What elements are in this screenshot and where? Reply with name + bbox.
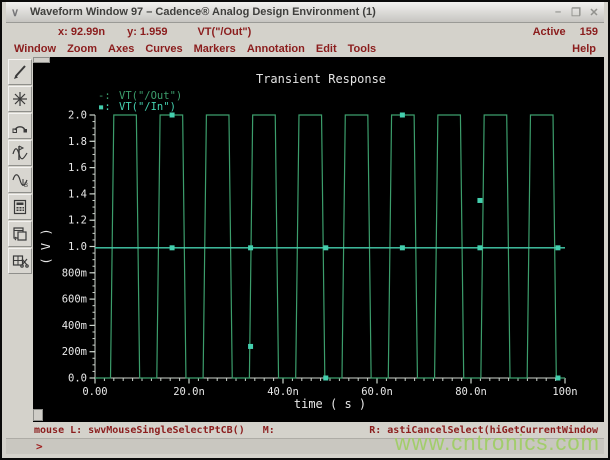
y-tick-label: 600m	[62, 294, 87, 306]
y-tick-label: 400m	[62, 320, 87, 332]
scroll-stub-bottom[interactable]	[33, 409, 43, 421]
data-point-marker	[248, 245, 254, 251]
maximize-button[interactable]: ❐	[570, 6, 582, 19]
menubar: Window Zoom Axes Curves Markers Annotation Edi…	[6, 40, 604, 57]
cursor-readout-row: x: 92.99n y: 1.959 VT("/Out") Active 159	[6, 23, 604, 40]
vert-marker-button[interactable]	[7, 140, 32, 166]
zoom-fit-button[interactable]	[7, 86, 32, 112]
y-tick-label: 2.0	[68, 110, 87, 122]
plot-area: 0.00 20.0n 40.0n 60.0n 80.0n 100n 0.0 200m 400m 6…	[33, 57, 604, 422]
data-point-marker	[323, 245, 329, 251]
y-tick-label: 0.0	[68, 373, 87, 385]
data-point-marker	[399, 112, 405, 118]
menu-annotation[interactable]: Annotation	[247, 43, 305, 55]
waveform-window: ∨ Waveform Window 97 – Cadence® Analog D…	[0, 0, 610, 460]
x-tick-label: 0.00	[82, 386, 107, 398]
y-axis-title: ( V )	[39, 228, 53, 264]
selected-trace-readout: VT("/Out")	[197, 25, 252, 38]
copy-window-icon	[12, 227, 27, 241]
mouse-middle-binding: M:	[262, 424, 275, 436]
menu-markers[interactable]: Markers	[194, 43, 236, 55]
active-count: 159	[579, 25, 598, 38]
x-tick-label: 100n	[552, 386, 577, 398]
minimize-button[interactable]: –	[552, 6, 564, 19]
mouse-right-binding: R: astiCancelSelect(hiGetCurrentWindow	[369, 424, 598, 436]
subwindow-cut-button[interactable]	[7, 248, 32, 274]
command-prompt: >	[36, 440, 43, 453]
y-tick-label: 1.6	[68, 162, 87, 174]
active-label: Active	[532, 25, 566, 38]
data-point-marker	[399, 245, 405, 251]
mouse-left-binding: mouse L: swvMouseSingleSelectPtCB()	[34, 424, 245, 436]
titlebar[interactable]: ∨ Waveform Window 97 – Cadence® Analog D…	[6, 2, 604, 23]
window-menu-chevron-icon[interactable]: ∨	[6, 6, 24, 19]
probe-pen-icon	[13, 65, 26, 79]
main-area: B 0.00 20.0n 40.0n 60.0n 80.0n 100n 0.0 …	[6, 57, 604, 422]
zoom-fit-star-icon	[12, 92, 27, 106]
x-tick-label: 80.0n	[455, 386, 487, 398]
legend-label: VT("/In")	[119, 101, 176, 113]
svg-text:B: B	[24, 183, 28, 189]
x-axis-title: time ( s )	[294, 397, 366, 411]
menu-curves[interactable]: Curves	[145, 43, 182, 55]
data-point-marker	[169, 245, 175, 251]
calculator-button[interactable]	[7, 194, 32, 220]
menu-window[interactable]: Window	[14, 43, 56, 55]
trace-out	[95, 114, 565, 379]
y-tick-label: 800m	[62, 267, 87, 279]
legend-swatch: ▪:	[98, 101, 111, 113]
window-title: Waveform Window 97 – Cadence® Analog Des…	[30, 6, 376, 18]
mouse-bindings-statusbar: mouse L: swvMouseSingleSelectPtCB() M: R…	[6, 422, 604, 438]
menu-zoom[interactable]: Zoom	[67, 43, 97, 55]
x-tick-label: 20.0n	[173, 386, 205, 398]
waveform-plot[interactable]: 0.00 20.0n 40.0n 60.0n 80.0n 100n0.0200m400m6…	[33, 57, 604, 422]
y-tick-label: 1.2	[68, 215, 87, 227]
y-tick-label: 200m	[62, 346, 87, 358]
waveform-b-button[interactable]: B	[7, 167, 32, 193]
copy-window-button[interactable]	[7, 221, 32, 247]
menu-tools[interactable]: Tools	[348, 43, 377, 55]
strip-mode-icon	[12, 126, 27, 133]
data-point-marker	[477, 197, 483, 203]
menu-edit[interactable]: Edit	[316, 43, 337, 55]
close-button[interactable]: ✕	[588, 6, 600, 19]
command-prompt-row[interactable]: >	[6, 438, 604, 454]
data-point-marker	[555, 375, 561, 381]
waveform-b-icon: B	[11, 174, 28, 189]
left-toolbar: B	[6, 57, 33, 422]
menu-help[interactable]: Help	[572, 43, 604, 55]
vert-marker-icon	[11, 145, 28, 160]
menu-axes[interactable]: Axes	[108, 43, 134, 55]
data-point-marker	[323, 375, 329, 381]
cursor-y-readout: y: 1.959	[127, 25, 168, 38]
scroll-stub-top[interactable]	[33, 57, 50, 63]
cursor-x-readout: x: 92.99n	[58, 25, 106, 38]
calculator-icon	[13, 199, 26, 215]
plot-title: Transient Response	[256, 72, 386, 86]
data-point-marker	[477, 245, 483, 251]
y-tick-label: 1.0	[68, 241, 87, 253]
subwindow-cut-icon	[12, 255, 29, 268]
y-tick-label: 1.4	[68, 188, 87, 200]
menubar-items: Window Zoom Axes Curves Markers Annotation Edi…	[14, 43, 376, 55]
data-point-marker	[248, 343, 254, 349]
strip-mode-button[interactable]	[7, 113, 32, 139]
window-controls: – ❐ ✕	[552, 6, 604, 19]
data-point-marker	[169, 112, 175, 118]
data-point-marker	[555, 245, 561, 251]
y-tick-label: 1.8	[68, 136, 87, 148]
probe-pen-button[interactable]	[7, 59, 32, 85]
